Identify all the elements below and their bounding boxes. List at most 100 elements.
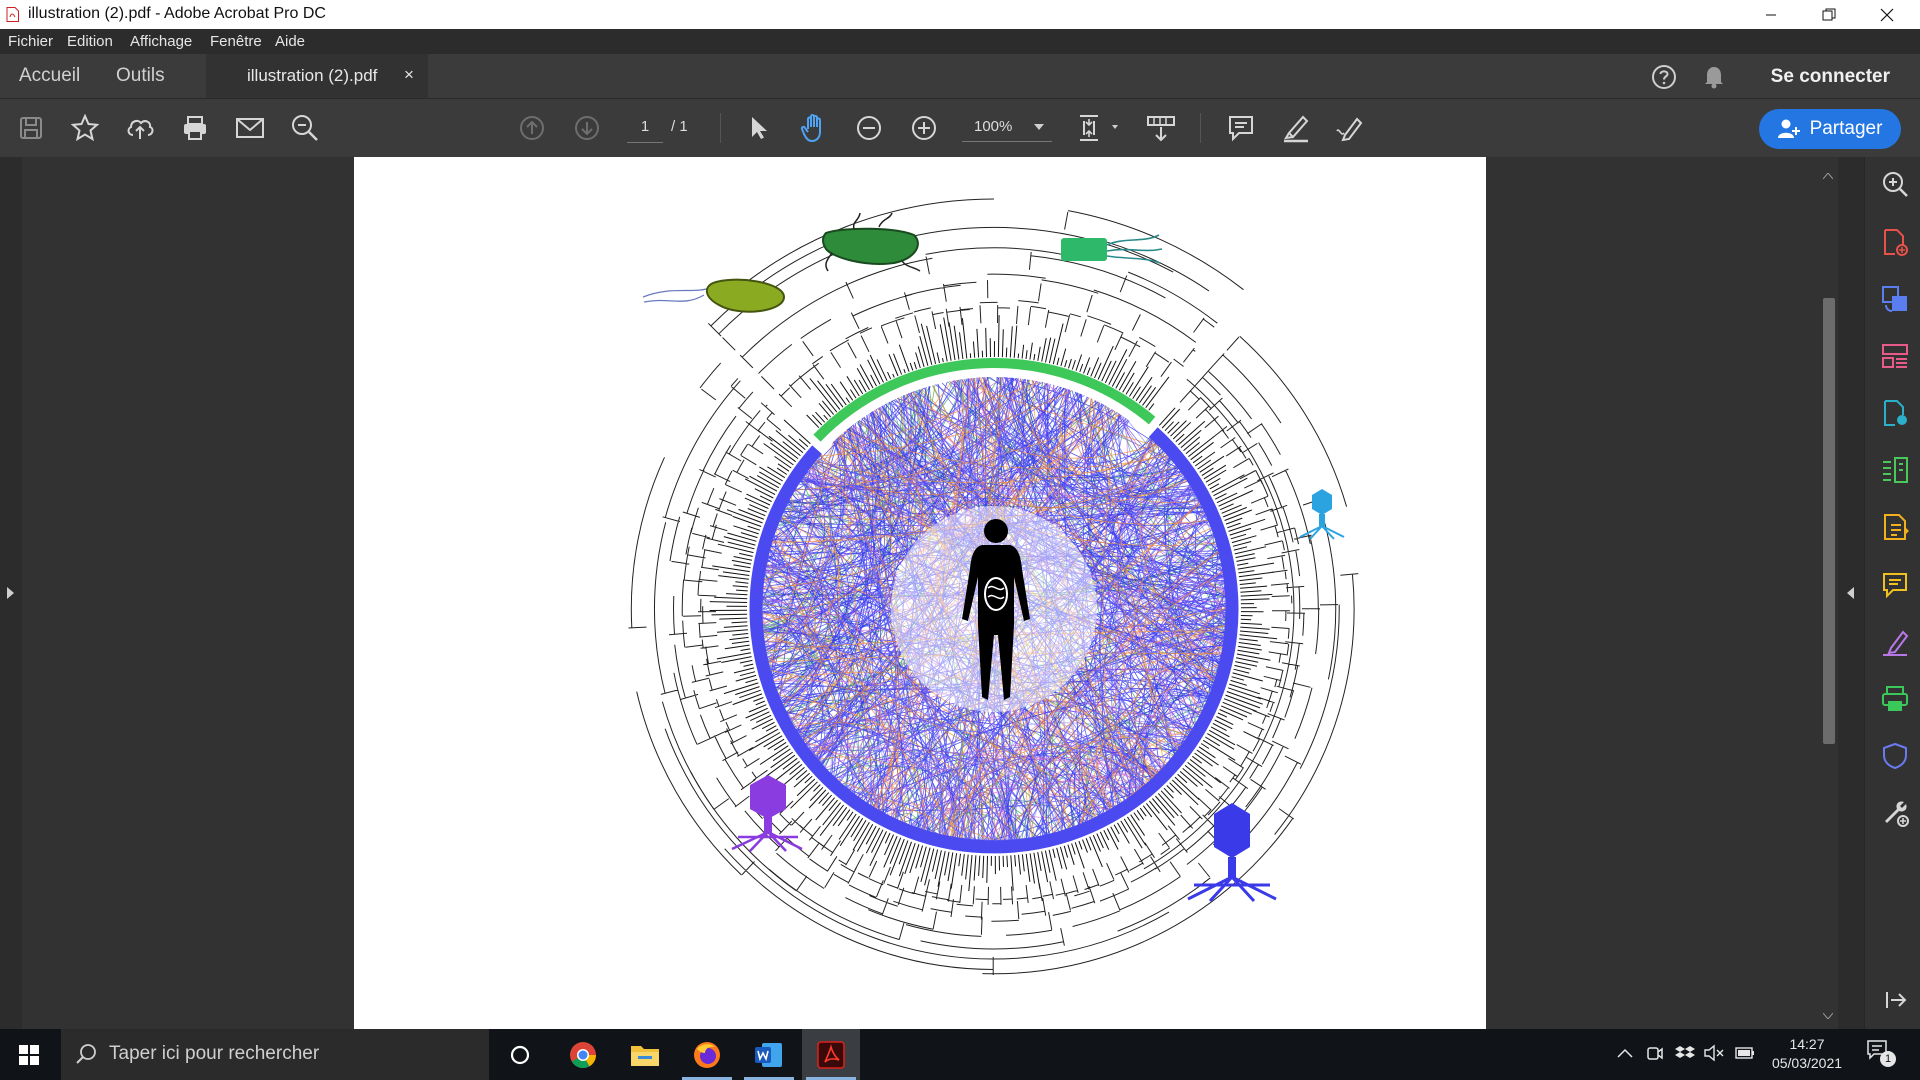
export-pdf-icon[interactable]: [1881, 285, 1909, 313]
create-pdf-icon[interactable]: [1881, 228, 1909, 256]
scroll-down-icon[interactable]: [1823, 1013, 1833, 1019]
sign-pen-icon: [1336, 117, 1363, 142]
save-button[interactable]: [14, 111, 48, 145]
compare-files-icon[interactable]: [1881, 456, 1909, 484]
zoom-in-button[interactable]: [907, 111, 941, 145]
fill-sign-tool-icon[interactable]: [1881, 628, 1909, 656]
email-button[interactable]: [233, 111, 267, 145]
acrobat-app-active[interactable]: [802, 1029, 860, 1080]
close-icon: [1880, 8, 1894, 21]
search-tool-icon[interactable]: [1881, 170, 1909, 198]
zoom-level-select[interactable]: 100%: [962, 112, 1052, 142]
highlighter-icon: [1284, 115, 1309, 143]
windows-logo-icon: [19, 1044, 39, 1065]
toolbar-divider: [1200, 113, 1201, 143]
find-button[interactable]: [288, 111, 322, 145]
menu-aide[interactable]: Aide: [275, 33, 305, 50]
next-page-button[interactable]: [570, 111, 604, 145]
right-panel-collapse-strip: [1838, 157, 1864, 1029]
bookmark-star-button[interactable]: [68, 111, 102, 145]
select-tool-button[interactable]: [742, 111, 776, 145]
menu-fichier[interactable]: Fichier: [8, 33, 53, 50]
edit-pdf-icon[interactable]: [1881, 399, 1909, 427]
cursor-arrow-icon: [752, 117, 767, 139]
pdf-page: [354, 157, 1486, 1029]
tab-accueil[interactable]: Accueil: [19, 65, 80, 87]
hand-icon: [800, 114, 821, 143]
tab-bar: Accueil Outils illustration (2).pdf × Se…: [0, 54, 1920, 98]
window-title: illustration (2).pdf - Adobe Acrobat Pro…: [28, 5, 326, 22]
tab-document[interactable]: illustration (2).pdf ×: [206, 54, 428, 98]
dropbox-icon[interactable]: [1675, 1044, 1695, 1062]
previous-page-button[interactable]: [515, 111, 549, 145]
chrome-app[interactable]: [554, 1029, 612, 1080]
left-panel-collapsed: [0, 157, 22, 1029]
system-clock[interactable]: 14:27 05/03/2021: [1762, 1035, 1852, 1073]
firefox-icon: [694, 1041, 720, 1068]
chevron-up-icon[interactable]: [1617, 1047, 1633, 1059]
restore-button[interactable]: [1800, 0, 1858, 29]
start-button[interactable]: [0, 1029, 58, 1080]
arrow-down-circle-icon: [575, 116, 599, 140]
more-tools-icon[interactable]: [1881, 799, 1909, 827]
collapse-tools-pane-icon[interactable]: [1881, 986, 1909, 1014]
cortana-button[interactable]: [491, 1029, 549, 1080]
comment-tool-icon[interactable]: [1881, 571, 1909, 599]
organize-pages-icon[interactable]: [1881, 342, 1909, 370]
print-production-icon[interactable]: [1881, 685, 1909, 713]
close-tab-button[interactable]: ×: [404, 65, 414, 85]
minimize-button[interactable]: [1742, 0, 1800, 29]
tab-outils[interactable]: Outils: [116, 65, 165, 87]
bell-icon[interactable]: [1702, 64, 1726, 90]
menu-affichage[interactable]: Affichage: [130, 33, 192, 50]
word-app[interactable]: [740, 1029, 798, 1080]
arrow-up-circle-icon: [520, 116, 544, 140]
page-display-button[interactable]: [1074, 111, 1122, 145]
volume-muted-icon[interactable]: [1704, 1044, 1724, 1062]
file-explorer-app[interactable]: [616, 1029, 674, 1080]
collapse-right-panel-icon[interactable]: [1846, 586, 1855, 600]
expand-left-panel-icon[interactable]: [6, 586, 15, 600]
meet-now-icon[interactable]: [1646, 1044, 1664, 1062]
word-icon: [755, 1042, 782, 1067]
clock-date: 05/03/2021: [1771, 1055, 1843, 1071]
taskbar-search-box[interactable]: Taper ici pour rechercher: [61, 1029, 489, 1080]
action-center-button[interactable]: 1: [1866, 1039, 1896, 1069]
chevron-down-icon: [1034, 124, 1044, 130]
printer-icon: [184, 116, 206, 140]
menu-edition[interactable]: Edition: [67, 33, 113, 50]
upload-button[interactable]: [123, 111, 157, 145]
combine-files-icon[interactable]: [1881, 513, 1909, 541]
print-button[interactable]: [178, 111, 212, 145]
scrollbar-thumb[interactable]: [1823, 298, 1835, 744]
firefox-app[interactable]: [678, 1029, 736, 1080]
protect-shield-icon[interactable]: [1881, 742, 1909, 770]
share-button-label: Partager: [1809, 118, 1883, 139]
comment-button[interactable]: [1224, 111, 1258, 145]
scroll-up-icon[interactable]: [1823, 173, 1833, 179]
share-button[interactable]: Partager: [1759, 109, 1901, 149]
clock-time: 14:27: [1789, 1036, 1825, 1052]
acrobat-icon: [817, 1040, 845, 1069]
battery-icon[interactable]: [1735, 1046, 1755, 1060]
fill-sign-button[interactable]: [1334, 111, 1368, 145]
document-tab-label: illustration (2).pdf: [247, 66, 378, 85]
phylogeny-illustration: [628, 198, 1359, 975]
minus-circle-icon: [857, 116, 881, 140]
scroll-mode-button[interactable]: [1144, 111, 1178, 145]
hand-tool-button[interactable]: [797, 111, 831, 145]
zoom-level-value: 100%: [974, 118, 1013, 135]
add-user-icon: [1777, 119, 1800, 138]
menu-bar: Fichier Edition Affichage Fenêtre Aide: [0, 29, 1920, 54]
folder-icon: [631, 1045, 659, 1066]
notification-badge: 1: [1880, 1051, 1896, 1067]
toolbar-divider: [720, 113, 721, 143]
zoom-out-button[interactable]: [852, 111, 886, 145]
close-window-button[interactable]: [1858, 0, 1916, 29]
search-zoom-icon: [292, 115, 318, 141]
menu-fenetre[interactable]: Fenêtre: [210, 33, 262, 50]
help-circle-icon[interactable]: [1651, 64, 1677, 90]
highlight-button[interactable]: [1279, 111, 1313, 145]
sign-in-link[interactable]: Se connecter: [1771, 66, 1890, 88]
page-number-input[interactable]: 1: [627, 112, 663, 143]
